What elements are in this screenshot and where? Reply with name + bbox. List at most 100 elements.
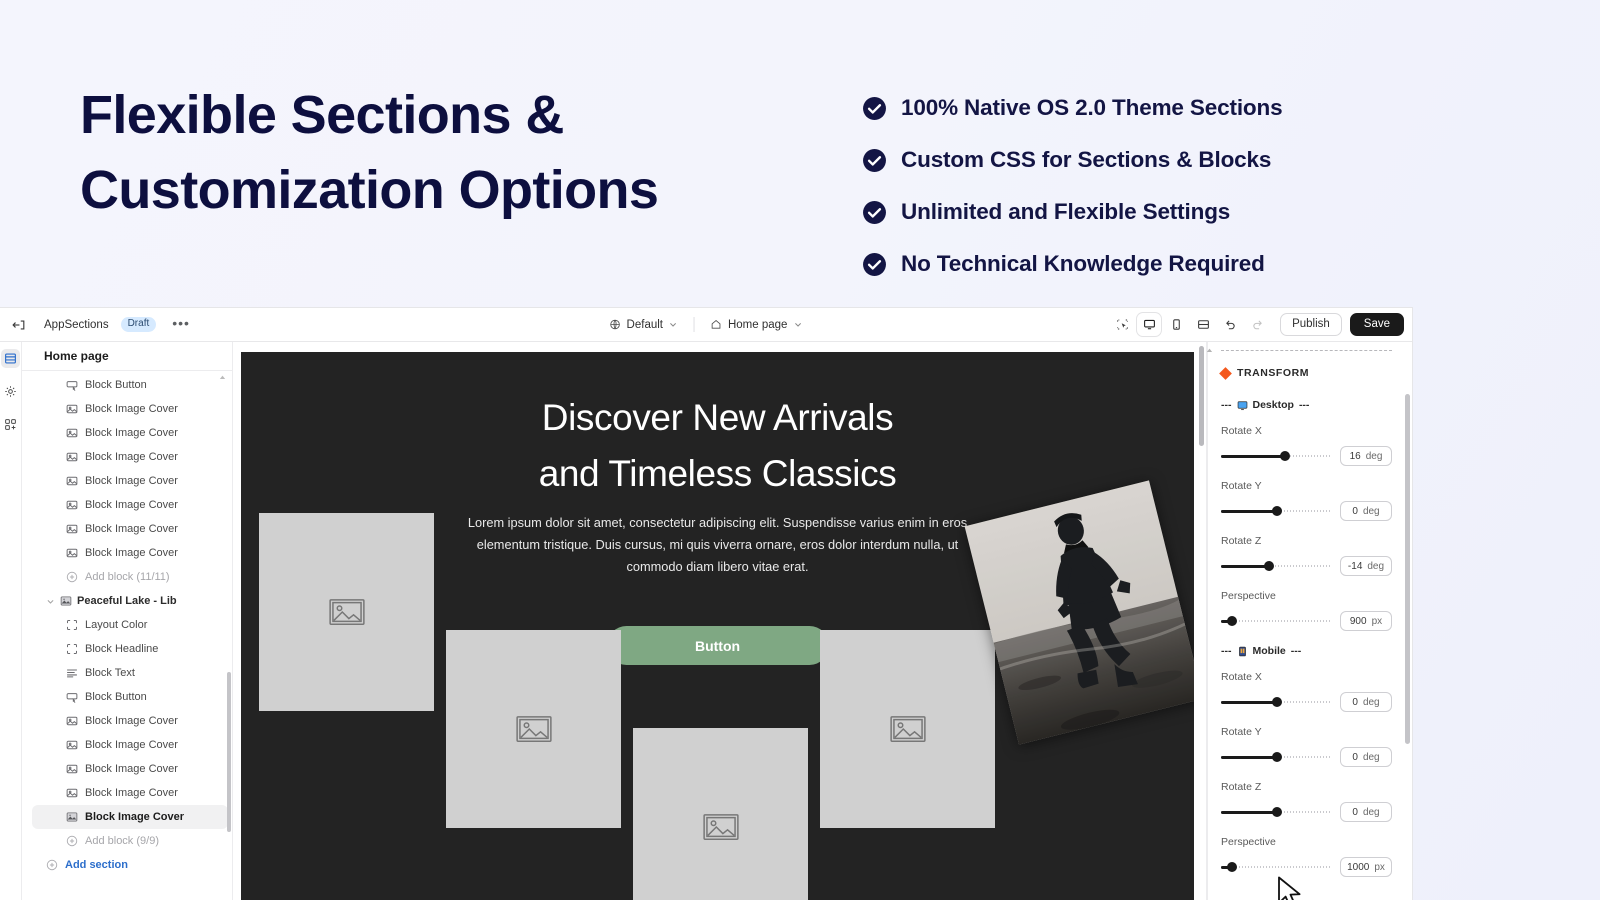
setting-field: Perspective 900 px	[1221, 590, 1392, 631]
sidebar-block-row[interactable]: Block Image Cover	[32, 517, 228, 541]
sidebar-block-row[interactable]: Block Image Cover	[32, 421, 228, 445]
image-placeholder-icon	[328, 599, 365, 625]
sections-icon[interactable]	[1, 349, 20, 368]
rotate-x-slider[interactable]	[1221, 450, 1332, 462]
check-circle-icon	[863, 200, 886, 224]
sidebar-list[interactable]: Block Button Block Image Cover Block Image…	[22, 371, 232, 900]
slider-knob[interactable]	[1271, 752, 1282, 762]
publish-button[interactable]: Publish	[1280, 313, 1342, 336]
sidebar-block-row[interactable]: Block Image Cover	[32, 397, 228, 421]
desktop-monitor-icon	[1237, 400, 1248, 411]
preview-canvas[interactable]: Discover New Arrivals and Timeless Class…	[241, 352, 1194, 900]
slider-knob[interactable]	[1280, 451, 1291, 461]
device-group-header-mobile: --- Mobile ---	[1221, 645, 1392, 657]
sidebar-block-row[interactable]: Block Headline	[32, 637, 228, 661]
rotate-z-slider[interactable]	[1221, 806, 1332, 818]
fullwidth-icon[interactable]	[1191, 313, 1215, 336]
page-label: Home page	[727, 318, 788, 331]
feature-item: Custom CSS for Sections & Blocks	[862, 134, 1502, 186]
sidebar-block-row[interactable]: Block Button	[32, 685, 228, 709]
slider-knob[interactable]	[1271, 697, 1282, 707]
sidebar-block-row[interactable]: Block Text	[32, 661, 228, 685]
sidebar-block-row[interactable]: Block Image Cover	[32, 805, 228, 829]
theme-selector[interactable]: Default	[604, 316, 684, 334]
page-selector[interactable]: Home page	[705, 316, 808, 334]
field-value: 16	[1349, 450, 1361, 462]
sidebar-block-row[interactable]: Layout Color	[32, 613, 228, 637]
rotate-y-value-input[interactable]: 0 deg	[1340, 747, 1392, 767]
sidebar-block-row[interactable]: Block Image Cover	[32, 709, 228, 733]
sidebar-scrollbar[interactable]	[227, 672, 231, 832]
redo-icon[interactable]	[1245, 313, 1269, 336]
sidebar-block-row[interactable]: Block Image Cover	[32, 757, 228, 781]
rotate-y-value-input[interactable]: 0 deg	[1340, 501, 1392, 521]
rotate-x-slider[interactable]	[1221, 696, 1332, 708]
image-placeholder[interactable]	[259, 513, 434, 711]
toolbar-center-group: Default Home page	[604, 316, 809, 334]
slider-track-active	[1221, 564, 1269, 568]
rotate-z-slider[interactable]	[1221, 560, 1332, 572]
rotate-x-value-input[interactable]: 16 deg	[1340, 446, 1392, 466]
block-image-icon	[66, 787, 78, 799]
save-button[interactable]: Save	[1349, 313, 1404, 336]
image-placeholder[interactable]	[446, 630, 621, 828]
preview-canvas-area: Discover New Arrivals and Timeless Class…	[233, 342, 1207, 900]
perspective-value-input[interactable]: 1000 px	[1340, 857, 1392, 877]
field-label: Rotate Y	[1221, 726, 1262, 738]
scroll-up-icon[interactable]	[218, 373, 227, 382]
slider-knob[interactable]	[1227, 862, 1238, 872]
rotate-z-value-input[interactable]: 0 deg	[1340, 802, 1392, 822]
slider-track-active	[1221, 810, 1277, 814]
sidebar-item-label: Block Image Cover	[85, 547, 178, 559]
desktop-icon[interactable]	[1137, 313, 1162, 336]
slider-knob[interactable]	[1227, 616, 1238, 626]
headline-line-2: Customization Options	[80, 159, 659, 220]
sidebar-block-row[interactable]: Block Image Cover	[32, 541, 228, 565]
add-block-button[interactable]: Add block (9/9)	[32, 829, 228, 853]
sidebar-section-row[interactable]: Peaceful Lake - Lib	[32, 589, 228, 613]
sidebar-block-row[interactable]: Block Image Cover	[32, 781, 228, 805]
sidebar-block-row[interactable]: Block Image Cover	[32, 493, 228, 517]
block-button-icon	[66, 691, 78, 703]
canvas-scrollbar[interactable]	[1199, 346, 1204, 446]
rotate-x-value-input[interactable]: 0 deg	[1340, 692, 1392, 712]
group-label: Desktop	[1252, 399, 1294, 411]
chevron-down-icon[interactable]	[46, 597, 55, 606]
slider-knob[interactable]	[1271, 506, 1282, 516]
editor-body: Home page Block Button Block Image Cover B…	[0, 342, 1412, 900]
exit-icon[interactable]	[6, 313, 32, 337]
slider-knob[interactable]	[1263, 561, 1274, 571]
image-placeholder[interactable]	[820, 630, 995, 828]
sidebar-block-row[interactable]: Block Image Cover	[32, 733, 228, 757]
runner-photo[interactable]	[964, 480, 1194, 745]
setting-field: Rotate Y 0 deg	[1221, 726, 1392, 767]
feature-item: Unlimited and Flexible Settings	[862, 186, 1502, 238]
slider-knob[interactable]	[1271, 807, 1282, 817]
undo-icon[interactable]	[1218, 313, 1242, 336]
add-section-button[interactable]: Add section	[32, 853, 228, 877]
rotate-z-value-input[interactable]: -14 deg	[1340, 556, 1392, 576]
settings-gear-icon[interactable]	[1, 382, 20, 401]
perspective-slider[interactable]	[1221, 861, 1332, 873]
rotate-y-slider[interactable]	[1221, 505, 1332, 517]
more-options-button[interactable]: •••	[168, 316, 194, 330]
marketing-banner: Flexible Sections & Customization Option…	[0, 0, 1600, 308]
apps-icon[interactable]	[1, 415, 20, 434]
inspect-icon[interactable]	[1110, 313, 1134, 336]
perspective-slider[interactable]	[1221, 615, 1332, 627]
perspective-value-input[interactable]: 900 px	[1340, 611, 1392, 631]
image-placeholder[interactable]	[633, 728, 808, 900]
add-block-button[interactable]: Add block (11/11)	[32, 565, 228, 589]
field-label: Perspective	[1221, 836, 1276, 848]
theme-editor-window: AppSections Draft ••• Default Home page	[0, 308, 1412, 900]
panel-scrollbar[interactable]	[1405, 394, 1410, 744]
panel-groups: --- Desktop --- Rotate X 16 deg Rotate Y	[1221, 399, 1392, 877]
group-label: Mobile	[1252, 645, 1286, 657]
rotate-y-slider[interactable]	[1221, 751, 1332, 763]
canvas-cta-button[interactable]: Button	[606, 626, 829, 665]
sidebar-block-row[interactable]: Block Image Cover	[32, 469, 228, 493]
sidebar-block-row[interactable]: Block Button	[32, 373, 228, 397]
sidebar-block-row[interactable]: Block Image Cover	[32, 445, 228, 469]
feature-list: 100% Native OS 2.0 Theme Sections Custom…	[862, 82, 1502, 290]
mobile-icon[interactable]	[1164, 313, 1188, 336]
